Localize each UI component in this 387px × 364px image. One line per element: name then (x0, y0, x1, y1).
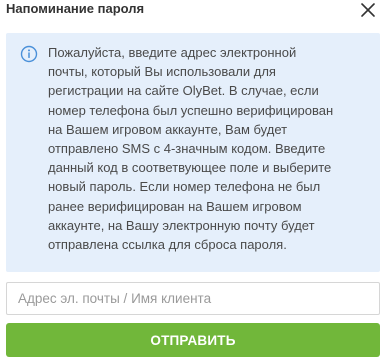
email-or-username-input[interactable] (6, 282, 380, 315)
close-icon (361, 3, 375, 17)
dialog-title: Напоминание пароля (6, 1, 145, 16)
info-circle-icon (20, 45, 38, 63)
submit-button[interactable]: ОТПРАВИТЬ (6, 323, 380, 357)
close-button[interactable] (359, 1, 377, 19)
info-message-box: Пожалуйста, введите адрес электронной по… (6, 33, 380, 272)
info-message-text: Пожалуйста, введите адрес электронной по… (48, 45, 334, 253)
password-reminder-dialog: Напоминание пароля Пожалуйста, введите а… (0, 0, 387, 364)
